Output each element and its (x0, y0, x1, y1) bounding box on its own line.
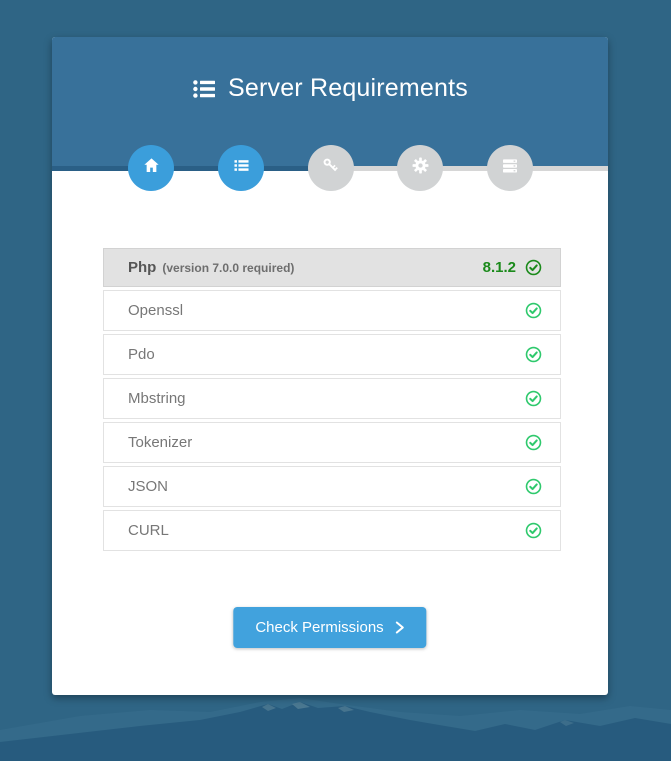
home-icon (142, 156, 161, 180)
requirement-row: Pdo (103, 334, 561, 375)
card-title-row: Server Requirements (52, 74, 608, 103)
requirement-label: Php (128, 259, 156, 276)
requirements-rows: Openssl Pdo (103, 290, 561, 551)
requirements-table: Php (version 7.0.0 required) 8.1.2 (103, 248, 561, 554)
installer-card: Server Requirements (52, 37, 608, 695)
check-permissions-button[interactable]: Check Permissions (233, 607, 426, 648)
chevron-right-icon (396, 621, 405, 634)
key-icon (321, 156, 341, 181)
step-settings[interactable] (397, 145, 443, 191)
requirement-label: Mbstring (128, 390, 186, 407)
requirement-row: JSON (103, 466, 561, 507)
list-icon (232, 156, 251, 180)
check-permissions-label: Check Permissions (255, 619, 383, 636)
requirement-label: Tokenizer (128, 434, 192, 451)
card-body: Php (version 7.0.0 required) 8.1.2 (52, 171, 608, 695)
requirement-row: Mbstring (103, 378, 561, 419)
check-circle-icon (525, 522, 542, 539)
check-circle-icon (525, 259, 542, 276)
requirement-label: CURL (128, 522, 169, 539)
step-home[interactable] (128, 145, 174, 191)
check-circle-icon (525, 434, 542, 451)
requirement-label: Openssl (128, 302, 183, 319)
step-requirements[interactable] (218, 145, 264, 191)
check-circle-icon (525, 302, 542, 319)
requirements-header-row: Php (version 7.0.0 required) 8.1.2 (103, 248, 561, 287)
step-database[interactable] (487, 145, 533, 191)
check-circle-icon (525, 390, 542, 407)
check-circle-icon (525, 346, 542, 363)
php-version-value: 8.1.2 (483, 259, 516, 276)
step-permissions[interactable] (308, 145, 354, 191)
requirement-label: JSON (128, 478, 168, 495)
page-title: Server Requirements (228, 74, 468, 103)
requirement-php: Php (version 7.0.0 required) (128, 259, 294, 276)
requirement-row: Openssl (103, 290, 561, 331)
page-background: Server Requirements (0, 0, 671, 761)
server-icon (500, 156, 520, 181)
list-ul-icon (192, 77, 216, 101)
requirement-status: 8.1.2 (483, 259, 542, 276)
requirement-row: CURL (103, 510, 561, 551)
gear-icon (411, 156, 430, 180)
step-indicators (52, 145, 608, 191)
requirement-version-note: (version 7.0.0 required) (162, 261, 294, 275)
check-circle-icon (525, 478, 542, 495)
requirement-row: Tokenizer (103, 422, 561, 463)
requirement-label: Pdo (128, 346, 155, 363)
